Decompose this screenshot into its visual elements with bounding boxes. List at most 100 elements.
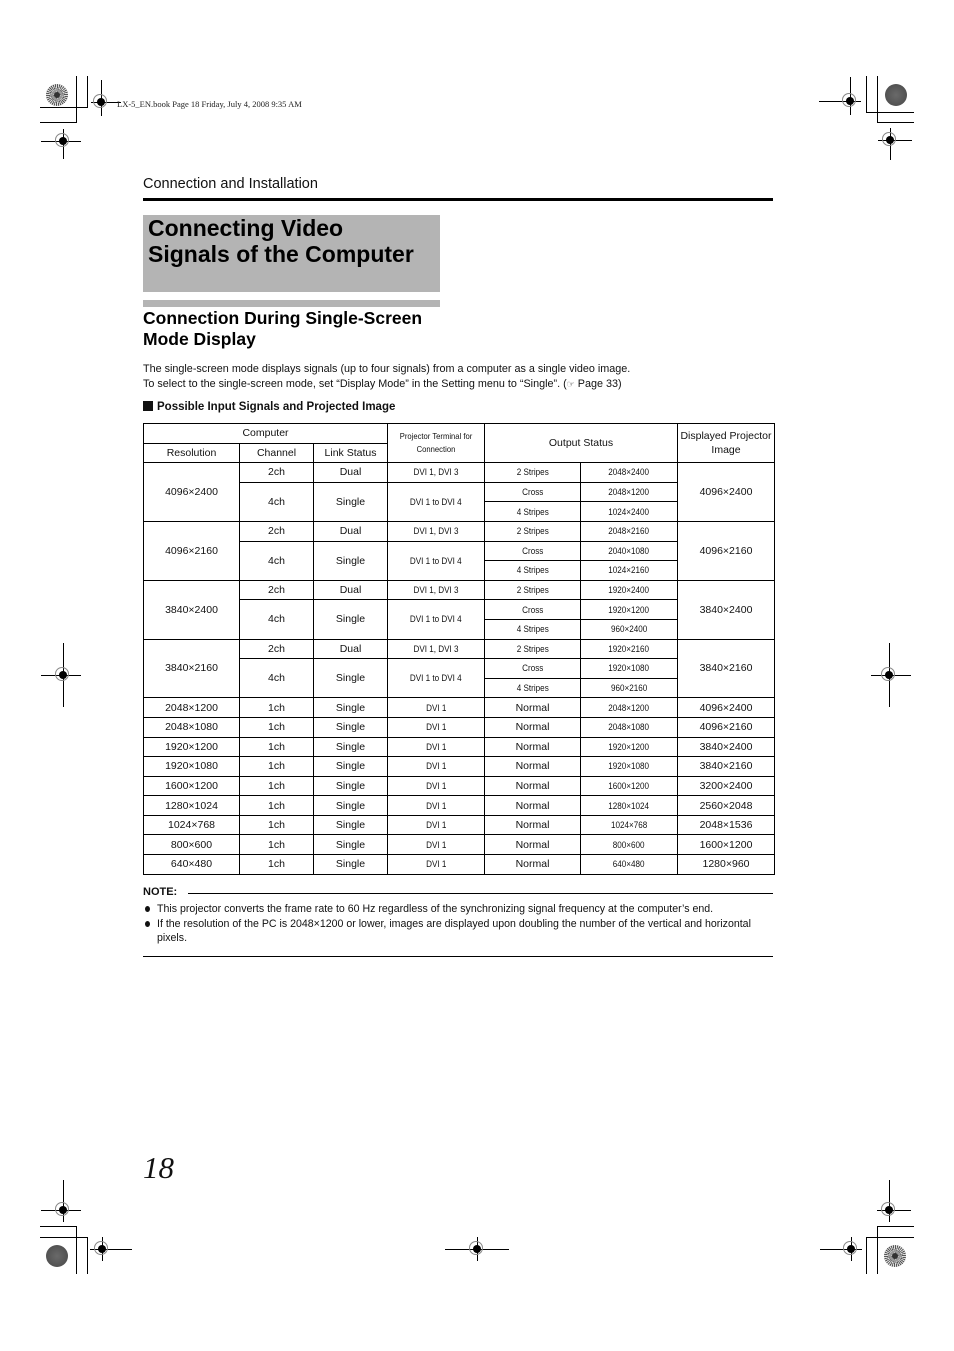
cell-resolution: 2048×1200 [143, 697, 240, 718]
cell-terminal: DVI 1 to DVI 4 [387, 658, 485, 699]
cell-output-mode: Normal [484, 697, 581, 718]
bullet-icon [145, 920, 150, 927]
page-title-box: Connecting Video Signals of the Computer [143, 215, 440, 292]
header-displayed: Displayed Projector Image [677, 422, 775, 464]
table-row: 1920×1200 1ch Single DVI 1 Normal 1920×1200 38… [143, 736, 775, 758]
cell-link-status: Single [313, 481, 388, 522]
registration-dot-icon [885, 84, 907, 106]
cell-terminal: DVI 1 [387, 716, 485, 738]
note-bottom-rule [143, 956, 773, 957]
cell-channel: 1ch [239, 756, 314, 777]
cell-output-size: 1024×768 [580, 814, 678, 836]
crop-mark [877, 1226, 878, 1274]
crop-mark [877, 1226, 914, 1227]
book-slug: LX-5_EN.book Page 18 Friday, July 4, 200… [117, 99, 302, 109]
crop-mark [866, 1237, 867, 1274]
cell-link-status: Single [313, 854, 388, 875]
cell-displayed: 2048×1536 [677, 814, 775, 836]
cell-output-mode: 2 Stripes [484, 520, 581, 542]
cell-resolution: 2048×1080 [143, 716, 240, 738]
cell-displayed: 3840×2160 [677, 638, 775, 699]
cell-output-mode: 4 Stripes [484, 677, 581, 699]
cell-terminal: DVI 1, DVI 3 [387, 638, 485, 660]
header-resolution: Resolution [143, 442, 240, 464]
table-heading: Possible Input Signals and Projected Ima… [143, 401, 395, 413]
cell-channel: 1ch [239, 716, 314, 738]
cell-link-status: Single [313, 540, 388, 581]
cell-output-mode: Normal [484, 834, 581, 856]
cell-link-status: Single [313, 775, 388, 797]
crop-mark [40, 107, 88, 108]
cell-output-size: 1920×1200 [580, 736, 678, 758]
cell-output-mode: Normal [484, 716, 581, 738]
cell-output-size: 640×480 [580, 854, 678, 875]
cell-terminal: DVI 1 to DVI 4 [387, 540, 485, 581]
bullet-icon [145, 906, 150, 912]
crop-mark [87, 76, 88, 108]
cell-link-status: Dual [313, 462, 388, 483]
table-row: 1600×1200 1ch Single DVI 1 Normal 1600×1200 32… [143, 775, 775, 797]
cell-output-size: 1280×1024 [580, 795, 678, 816]
crop-mark [40, 122, 77, 123]
cell-channel: 1ch [239, 834, 314, 856]
cell-output-mode: Normal [484, 736, 581, 758]
cell-displayed: 1280×960 [677, 854, 775, 875]
cell-resolution: 640×480 [143, 854, 240, 875]
table-row: 1920×1080 1ch Single DVI 1 Normal 1920×1080 38… [143, 756, 775, 777]
crop-mark [76, 1226, 77, 1274]
cell-link-status: Dual [313, 520, 388, 542]
cell-channel: 4ch [239, 540, 314, 581]
table-row: 3840×2160 2ch Dual DVI 1, DVI 32 Stripes 192… [143, 638, 775, 699]
cell-channel: 2ch [239, 520, 314, 542]
header-terminal: Projector Terminal for Connection [387, 422, 485, 464]
cell-terminal: DVI 1 [387, 775, 485, 797]
page-number: 18 [143, 1150, 174, 1185]
cell-output-size: 2048×1200 [580, 697, 678, 718]
crop-mark [877, 122, 914, 123]
crop-mark [877, 76, 878, 123]
cell-link-status: Dual [313, 638, 388, 660]
cell-output-mode: 4 Stripes [484, 501, 581, 522]
cell-terminal: DVI 1 [387, 834, 485, 856]
crop-mark [866, 112, 914, 113]
table-row: 640×480 1ch Single DVI 1 Normal 640×480 1280×9… [143, 854, 775, 875]
cell-resolution: 3840×2400 [143, 579, 240, 640]
cell-resolution: 800×600 [143, 834, 240, 856]
cell-link-status: Single [313, 658, 388, 699]
section-header: Connection and Installation [143, 176, 318, 192]
cell-resolution: 4096×2160 [143, 520, 240, 581]
page-reference-link[interactable]: Page 33) [575, 378, 622, 390]
cell-displayed: 3840×2400 [677, 579, 775, 640]
crop-mark [866, 76, 867, 113]
cell-link-status: Single [313, 697, 388, 718]
notes-list: This projector converts the frame rate t… [143, 902, 775, 946]
cell-displayed: 2560×2048 [677, 795, 775, 816]
square-bullet-icon [143, 401, 153, 411]
cell-displayed: 3840×2160 [677, 756, 775, 777]
cell-channel: 1ch [239, 854, 314, 875]
cell-output-size: 2048×2160 [580, 520, 678, 542]
cell-terminal: DVI 1 to DVI 4 [387, 481, 485, 522]
cell-channel: 1ch [239, 775, 314, 797]
subtitle-bar [143, 300, 440, 307]
cell-displayed: 4096×2400 [677, 697, 775, 718]
cell-channel: 4ch [239, 481, 314, 522]
header-output-status: Output Status [484, 422, 678, 464]
cell-output-mode: Cross [484, 481, 581, 503]
intro-paragraph: The single-screen mode displays signals … [143, 363, 631, 390]
crop-mark [40, 1237, 88, 1238]
cell-output-mode: Normal [484, 854, 581, 875]
cell-output-size: 2048×1080 [580, 716, 678, 738]
cell-resolution: 1280×1024 [143, 795, 240, 816]
cell-channel: 1ch [239, 814, 314, 836]
cell-output-mode: Normal [484, 814, 581, 836]
cell-displayed: 4096×2160 [677, 520, 775, 581]
cell-displayed: 1600×1200 [677, 834, 775, 856]
cell-channel: 2ch [239, 462, 314, 483]
cell-output-mode: 4 Stripes [484, 560, 581, 581]
cell-link-status: Single [313, 599, 388, 640]
table-row: 3840×2400 2ch Dual DVI 1, DVI 32 Stripes 192… [143, 579, 775, 640]
table-row: 2048×1080 1ch Single DVI 1 Normal 2048×1080 40… [143, 716, 775, 738]
cell-output-size: 1920×1080 [580, 658, 678, 679]
cell-channel: 2ch [239, 638, 314, 660]
